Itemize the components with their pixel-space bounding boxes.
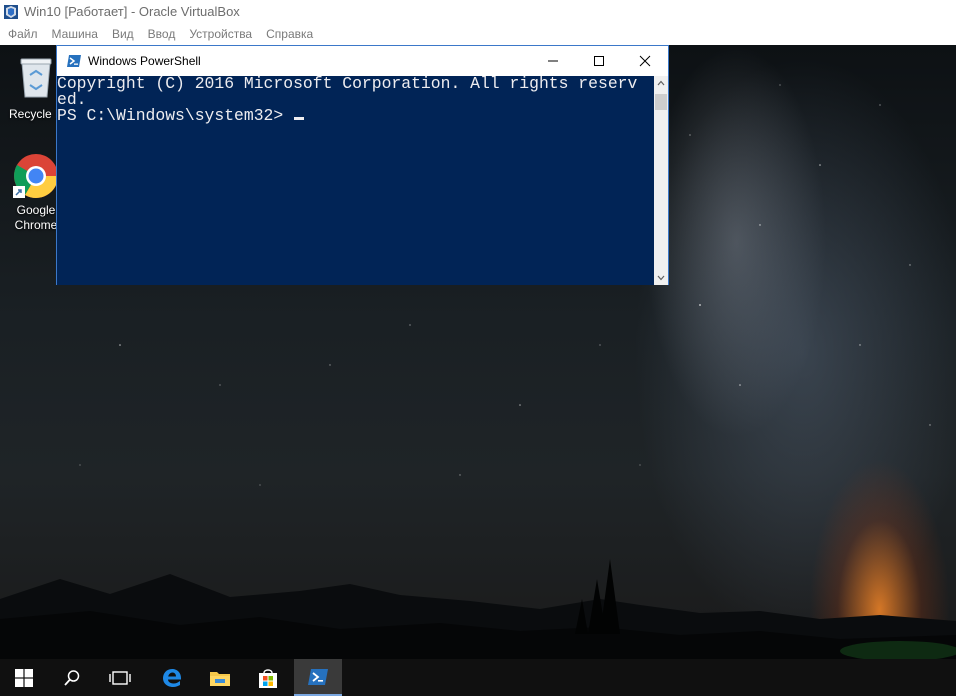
chevron-down-icon: [657, 275, 665, 281]
start-button[interactable]: [0, 659, 48, 696]
menu-machine[interactable]: Машина: [52, 27, 98, 41]
search-button[interactable]: [48, 659, 96, 696]
search-icon: [64, 669, 80, 686]
close-button[interactable]: [622, 46, 668, 76]
start-icon: [15, 668, 33, 687]
maximize-button[interactable]: [576, 46, 622, 76]
powershell-window[interactable]: Windows PowerShell Copyright (C) 2016 Mi…: [56, 45, 669, 285]
mountain-silhouette: [0, 559, 956, 659]
menu-devices[interactable]: Устройства: [189, 27, 252, 41]
chrome-icon: [13, 153, 59, 199]
console-scrollbar[interactable]: [654, 76, 668, 285]
scroll-thumb[interactable]: [655, 94, 667, 110]
powershell-taskbar-button[interactable]: [294, 659, 342, 696]
scroll-up-button[interactable]: [654, 76, 668, 90]
file-explorer-button[interactable]: [196, 659, 244, 696]
recycle-bin-icon: [20, 58, 52, 98]
virtualbox-titlebar[interactable]: Win10 [Работает] - Oracle VirtualBox: [0, 0, 956, 23]
powershell-console[interactable]: Copyright (C) 2016 Microsoft Corporation…: [57, 76, 654, 285]
virtualbox-icon: [4, 4, 18, 19]
edge-icon: [163, 668, 182, 687]
minimize-icon: [548, 60, 558, 62]
menu-help[interactable]: Справка: [266, 27, 313, 41]
console-prompt-line: PS C:\Windows\system32>: [57, 106, 654, 125]
powershell-icon: [308, 668, 328, 685]
minimize-button[interactable]: [530, 46, 576, 76]
powershell-icon: [67, 55, 81, 67]
menu-view[interactable]: Вид: [112, 27, 134, 41]
text-cursor: [294, 117, 305, 120]
task-view-button[interactable]: [96, 659, 144, 696]
task-view-icon: [109, 670, 131, 685]
menu-input[interactable]: Ввод: [148, 27, 176, 41]
close-icon: [639, 55, 651, 67]
scroll-down-button[interactable]: [654, 271, 668, 285]
powershell-title: Windows PowerShell: [88, 54, 201, 68]
console-prompt: PS C:\Windows\system32>: [57, 106, 294, 125]
console-line: Copyright (C) 2016 Microsoft Corporation…: [57, 76, 638, 93]
edge-button[interactable]: [148, 659, 196, 696]
virtualbox-menubar: Файл Машина Вид Ввод Устройства Справка: [0, 23, 956, 45]
file-explorer-icon: [210, 671, 230, 686]
chevron-up-icon: [657, 80, 665, 86]
store-button[interactable]: [244, 659, 292, 696]
powershell-titlebar[interactable]: Windows PowerShell: [57, 46, 668, 76]
window-title: Win10 [Работает] - Oracle VirtualBox: [24, 4, 240, 19]
store-icon: [259, 668, 277, 688]
taskbar: [0, 659, 956, 696]
maximize-icon: [594, 56, 604, 66]
menu-file[interactable]: Файл: [8, 27, 38, 41]
